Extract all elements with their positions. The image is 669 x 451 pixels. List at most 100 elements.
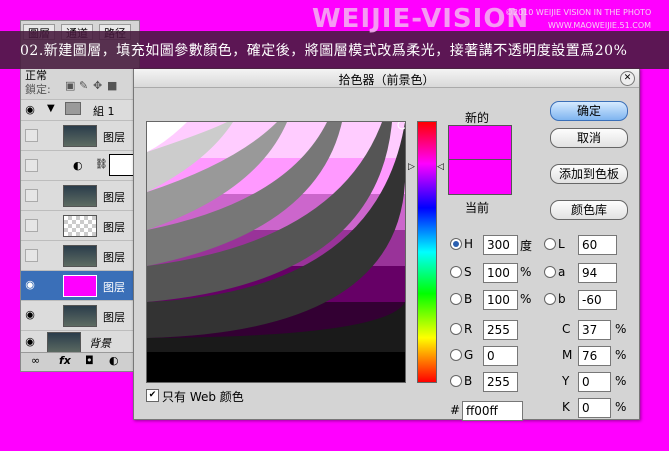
s-unit: %	[520, 265, 532, 279]
radio-g[interactable]	[450, 349, 462, 361]
m-label: M	[562, 348, 573, 362]
y-unit: %	[615, 374, 627, 388]
layer-thumbnail	[63, 125, 97, 147]
layer-row[interactable]: 图层	[21, 210, 139, 240]
l-input[interactable]: 60	[578, 235, 617, 255]
new-color-label: 新的	[465, 111, 490, 125]
radio-r[interactable]	[450, 323, 462, 335]
hex-prefix-label: #	[450, 403, 461, 417]
layer-name: 背景	[89, 337, 111, 350]
radio-s[interactable]	[450, 266, 462, 278]
ok-button[interactable]: 确定	[550, 101, 628, 121]
lock-all-icon[interactable]: ■	[107, 79, 117, 92]
m-input[interactable]: 76	[578, 346, 611, 366]
hue-slider[interactable]	[417, 121, 437, 383]
layer-thumbnail	[63, 245, 97, 267]
layer-name: 图层	[103, 281, 125, 294]
eye-icon[interactable]: ◉	[24, 336, 36, 348]
layer-row[interactable]: 图层	[21, 120, 139, 150]
lock-transparency-icon[interactable]: ▣	[65, 79, 75, 92]
h-label: H	[464, 237, 474, 251]
radio-lab-b[interactable]	[544, 293, 556, 305]
web-only-checkbox[interactable]: ✔	[146, 389, 159, 402]
caption-banner: 02.新建圖層，填充如圖參數顏色，確定後，將圖層模式改爲柔光，接著講不透明度設置…	[0, 31, 669, 69]
lock-label: 鎖定:	[25, 83, 51, 96]
current-color-swatch[interactable]	[448, 159, 512, 195]
web-only-label: 只有 Web 颜色	[162, 390, 244, 404]
chain-link-icon[interactable]: ⛓	[95, 159, 108, 170]
k-input[interactable]: 0	[578, 398, 611, 418]
h-unit: 度	[520, 239, 533, 253]
layer-row[interactable]: 图层	[21, 180, 139, 210]
layer-thumbnail	[63, 185, 97, 207]
visibility-toggle[interactable]	[25, 189, 38, 202]
lab-b-input[interactable]: -60	[578, 290, 617, 310]
close-icon[interactable]: ✕	[620, 71, 635, 86]
s-input[interactable]: 100	[483, 263, 518, 283]
adjustment-icon[interactable]: ◐	[109, 354, 119, 367]
layers-panel: 圖層 通道 路径 正常 鎖定: ▣ ✎ ✥ ■ ◉ ▼ 組 1 图层 ◐ ⛓ 图…	[20, 20, 140, 372]
a-label: a	[558, 265, 566, 279]
layer-row-selected[interactable]: ◉ 图层	[21, 270, 139, 300]
disclosure-triangle-icon[interactable]: ▼	[47, 103, 55, 114]
layer-name: 图层	[103, 191, 125, 204]
b-input[interactable]: 100	[483, 290, 518, 310]
adjustment-layer-row[interactable]: ◐ ⛓	[21, 150, 139, 180]
k-unit: %	[615, 400, 627, 414]
eye-icon[interactable]: ◉	[24, 309, 36, 321]
a-input[interactable]: 94	[578, 263, 617, 283]
b-unit: %	[520, 292, 532, 306]
adjustment-icon: ◐	[73, 159, 83, 172]
watermark-copyright: ©2010 WEIJIE VISION IN THE PHOTO	[505, 8, 652, 17]
radio-rgb-b[interactable]	[450, 375, 462, 387]
y-input[interactable]: 0	[578, 372, 611, 392]
fx-icon[interactable]: fx	[59, 354, 71, 367]
layer-row[interactable]: ◉ 图层	[21, 300, 139, 330]
layer-thumbnail	[63, 275, 97, 297]
dialog-title: 拾色器（前景色）	[338, 73, 435, 87]
lab-b-label: b	[558, 292, 566, 306]
layer-name: 图层	[103, 251, 125, 264]
r-label: R	[464, 322, 473, 336]
hex-input[interactable]: ff00ff	[462, 401, 523, 421]
color-field[interactable]	[146, 121, 406, 383]
eye-icon[interactable]: ◉	[24, 279, 36, 291]
visibility-toggle[interactable]	[25, 129, 38, 142]
dialog-titlebar[interactable]: 拾色器（前景色） ✕	[134, 69, 639, 88]
g-label: G	[464, 348, 474, 362]
radio-l[interactable]	[544, 238, 556, 250]
c-input[interactable]: 37	[578, 320, 611, 340]
add-to-swatches-button[interactable]: 添加到色板	[550, 164, 628, 184]
group-name: 組 1	[93, 105, 115, 118]
hue-slider-right-arrow-icon[interactable]: ◁	[437, 162, 444, 172]
layer-thumbnail	[63, 215, 97, 237]
visibility-toggle[interactable]	[25, 249, 38, 262]
radio-b[interactable]	[450, 293, 462, 305]
layer-group-row[interactable]: ◉ ▼ 組 1	[21, 99, 139, 120]
l-label: L	[558, 237, 565, 251]
rgb-b-input[interactable]: 255	[483, 372, 518, 392]
cancel-button[interactable]: 取消	[550, 128, 628, 148]
h-input[interactable]: 300	[483, 235, 518, 255]
lock-move-icon[interactable]: ✥	[93, 79, 102, 92]
radio-h[interactable]	[450, 238, 462, 250]
r-input[interactable]: 255	[483, 320, 518, 340]
visibility-toggle[interactable]	[25, 219, 38, 232]
new-color-swatch	[448, 125, 512, 159]
lock-row: 鎖定: ▣ ✎ ✥ ■	[21, 78, 139, 98]
link-icon[interactable]: ∞	[31, 354, 40, 367]
color-libraries-button[interactable]: 颜色库	[550, 200, 628, 220]
hue-slider-left-arrow-icon[interactable]: ▷	[408, 162, 415, 172]
mask-icon[interactable]: ◘	[85, 354, 94, 367]
layer-name: 图层	[103, 311, 125, 324]
watermark-url: WWW.MAOWEIJIE.51.COM	[548, 21, 652, 30]
background-layer-row[interactable]: ◉ 背景	[21, 330, 139, 354]
eye-icon[interactable]: ◉	[24, 104, 36, 116]
watermark-logo: WEIJIE-VISION	[312, 4, 530, 34]
visibility-toggle[interactable]	[25, 159, 38, 172]
layer-row[interactable]: 图层	[21, 240, 139, 270]
lock-brush-icon[interactable]: ✎	[79, 79, 88, 92]
rgb-b-label: B	[464, 374, 473, 388]
g-input[interactable]: 0	[483, 346, 518, 366]
radio-a[interactable]	[544, 266, 556, 278]
